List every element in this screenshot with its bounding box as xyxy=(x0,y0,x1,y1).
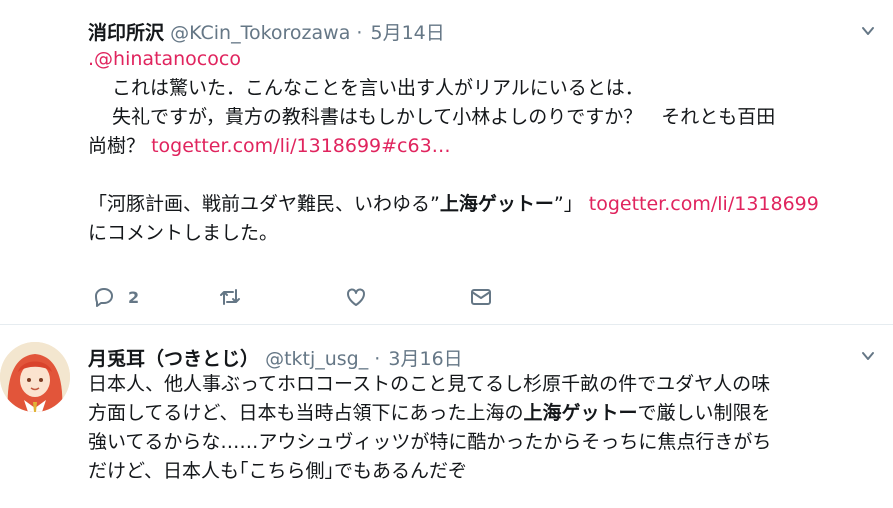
tweet-text-line: これは驚いた．こんなことを言い出す人がリアルにいるとは． xyxy=(112,77,644,99)
reply-count: 2 xyxy=(128,287,140,307)
tweet-2-header: 月兎耳（つきとじ） @tktj_usg_ · 3月16日 xyxy=(88,344,463,371)
highlight-keyword: 上海ゲットー xyxy=(523,402,638,424)
tweet-text-line: 尚樹？ xyxy=(88,135,146,157)
avatar-illustration xyxy=(0,342,70,412)
mention-link[interactable]: .@hinatanococo xyxy=(88,48,241,70)
chevron-down-icon[interactable] xyxy=(861,349,875,363)
tweet-1-header: 消印所沢 @KCin_Tokorozawa · 5月14日 xyxy=(88,18,445,45)
tweet-text-segment: 方面してるけど、日本も当時占領下にあった上海の xyxy=(88,402,524,424)
tweet-text-line: 強いてるからな……アウシュヴィッツが特に酷かったからそっちに焦点行きがち xyxy=(88,431,772,453)
tweet-text-line: にコメントしました。 xyxy=(88,222,279,244)
tweet-text-line: 日本人、他人事ぶってホロコーストのこと見てるし杉原千畝の件でユダヤ人の味 xyxy=(88,373,771,395)
reply-button[interactable]: 2 xyxy=(92,285,139,309)
tweet-actions: 2 xyxy=(88,285,508,311)
tweet-1-body: .@hinatanococo これは驚いた．こんなことを言い出す人がリアルにいる… xyxy=(88,45,884,248)
tweet-date[interactable]: 3月16日 xyxy=(388,348,462,370)
reply-icon xyxy=(95,288,113,307)
envelope-icon xyxy=(471,289,491,305)
chevron-down-icon[interactable] xyxy=(861,24,875,38)
tweet-text-segment: 「河豚計画、戦前ユダヤ難民、いわゆる” xyxy=(88,193,440,215)
author-handle[interactable]: @tktj_usg_ xyxy=(265,348,368,370)
tweet-2-body: 日本人、他人事ぶってホロコーストのこと見てるし杉原千畝の件でユダヤ人の味 方面し… xyxy=(88,370,884,486)
tweet-date[interactable]: 5月14日 xyxy=(370,22,444,44)
separator-dot: · xyxy=(356,22,363,44)
tweet-text-line: 失礼ですが，貴方の教科書はもしかして小林よしのりですか？ それとも百田 xyxy=(112,106,776,128)
avatar[interactable] xyxy=(0,342,70,412)
dm-button[interactable] xyxy=(469,285,493,309)
author-name[interactable]: 消印所沢 xyxy=(88,22,164,44)
author-name[interactable]: 月兎耳（つきとじ） xyxy=(88,348,259,370)
retweet-button[interactable] xyxy=(218,285,242,309)
togetter-link[interactable]: togetter.com/li/1318699#c63… xyxy=(151,135,451,157)
author-handle[interactable]: @KCin_Tokorozawa xyxy=(170,22,350,44)
separator-dot: · xyxy=(374,348,381,370)
togetter-link[interactable]: togetter.com/li/1318699 xyxy=(589,193,819,215)
highlight-keyword: 上海ゲットー xyxy=(439,193,554,215)
retweet-icon xyxy=(220,289,240,305)
tweet-text-segment: ”」 xyxy=(553,193,583,215)
heart-icon xyxy=(347,288,365,306)
tweet-text-segment: で厳しい制限を xyxy=(637,402,771,424)
tweet-text-line: だけど、日本人も｢こちら側｣でもあるんだぞ xyxy=(88,460,468,482)
like-button[interactable] xyxy=(344,285,368,309)
